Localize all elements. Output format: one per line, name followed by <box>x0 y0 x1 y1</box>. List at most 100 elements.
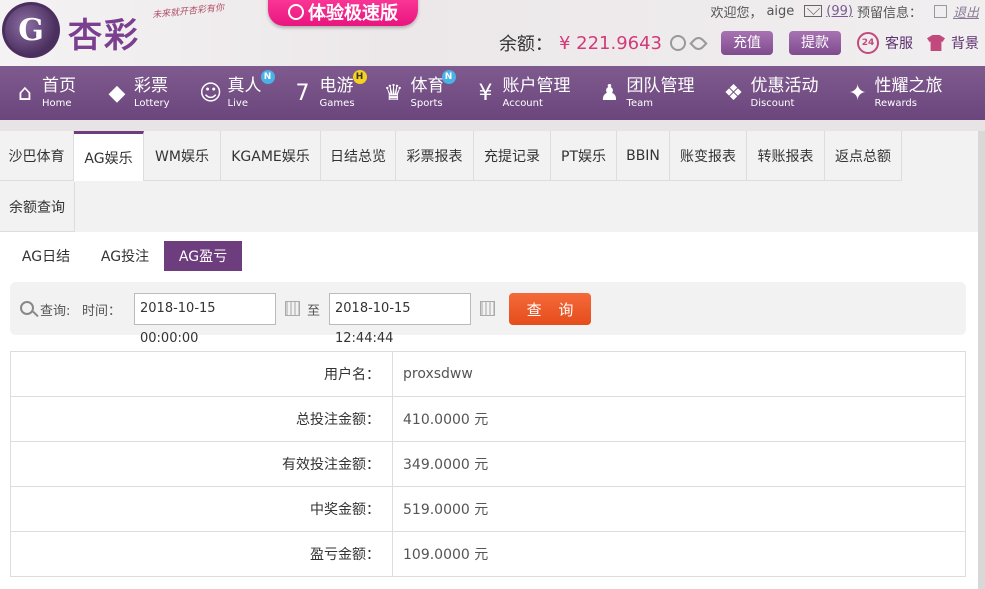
gift-icon: ❖ <box>723 80 744 106</box>
page-scrollbar[interactable] <box>978 131 985 589</box>
tab-bbin[interactable]: BBIN <box>617 131 670 181</box>
nav-label: 体育 <box>410 75 445 96</box>
trophy-icon: ♛ <box>383 80 404 106</box>
lottery-icon: ◆ <box>108 80 126 106</box>
deposit-button[interactable]: 充值 <box>721 31 773 55</box>
nav-sublabel: Account <box>502 97 543 109</box>
nav-item-home[interactable]: ⌂ 首页 Home <box>12 66 76 120</box>
row-value: proxsdww <box>392 351 966 397</box>
time-label: 时间： <box>82 304 122 319</box>
calendar-icon[interactable] <box>285 301 300 316</box>
support-link[interactable]: 客服 <box>885 33 913 53</box>
tab-kgame-entertainment[interactable]: KGAME娱乐 <box>221 131 321 181</box>
tab-balance-query[interactable]: 余额查询 <box>0 182 75 232</box>
subtab-ag-daily[interactable]: AG日结 <box>10 241 82 271</box>
main-nav: ⌂ 首页 Home ◆ 彩票 Lottery ☺ 真人 Live N 7 电游 Game… <box>0 66 985 120</box>
start-time-input[interactable]: 2018-10-15 00:00:00 <box>134 293 276 346</box>
to-label: 至 <box>307 304 321 319</box>
nav-sublabel: Rewards <box>874 97 917 109</box>
nav-item-account[interactable]: ¥ 账户管理 Account <box>473 66 571 120</box>
hot-badge: H <box>352 70 367 84</box>
balance-value: ¥ 221.9643 <box>558 32 662 54</box>
subtab-ag-profit-loss[interactable]: AG盈亏 <box>164 241 242 271</box>
query-label: 查询: <box>40 304 71 319</box>
tab-shaba-sports[interactable]: 沙巴体育 <box>0 131 74 181</box>
nav-sublabel: Lottery <box>134 97 170 109</box>
new-badge: N <box>260 70 275 84</box>
logout-link[interactable]: 退出 <box>953 2 979 21</box>
row-label: 总投注金额： <box>10 396 393 442</box>
report-tabs: 沙巴体育 AG娱乐 WM娱乐 KGAME娱乐 日结总览 彩票报表 充提记录 PT… <box>0 131 978 232</box>
nav-item-games[interactable]: 7 电游 Games H <box>290 66 367 120</box>
subtab-ag-bets[interactable]: AG投注 <box>88 241 162 271</box>
promo-ring-icon <box>288 4 304 20</box>
user-info-line: 欢迎您， aige (99) 预留信息： 退出 <box>710 2 979 21</box>
row-label: 盈亏金额： <box>10 531 393 577</box>
username: aige <box>766 3 795 19</box>
nav-sublabel: Sports <box>410 97 443 109</box>
support-24-icon: 24 <box>857 32 879 54</box>
logo-icon[interactable]: G <box>2 2 60 58</box>
row-label: 中奖金额： <box>10 486 393 532</box>
profit-loss-table: 用户名： proxsdww 总投注金额： 410.0000 元 有效投注金额： … <box>10 351 966 577</box>
row-label: 用户名： <box>10 351 393 397</box>
nav-item-live[interactable]: ☺ 真人 Live N <box>198 66 275 120</box>
nav-label: 首页 <box>42 75 76 96</box>
tab-deposit-withdraw-records[interactable]: 充提记录 <box>474 131 551 181</box>
nav-sublabel: Team <box>626 97 653 109</box>
live-dealer-icon: ☺ <box>199 80 223 106</box>
table-row: 有效投注金额： 349.0000 元 <box>10 441 966 487</box>
tab-ag-entertainment[interactable]: AG娱乐 <box>74 131 144 181</box>
fast-version-button[interactable]: 体验极速版 <box>268 0 418 26</box>
nav-item-discount[interactable]: ❖ 优惠活动 Discount <box>721 66 819 120</box>
row-value: 410.0000 元 <box>392 396 966 442</box>
header: G 杏彩 未来就开杏彩有你 体验极速版 欢迎您， aige (99) 预留信息：… <box>0 0 985 66</box>
row-value: 519.0000 元 <box>392 486 966 532</box>
shirt-icon <box>927 35 945 51</box>
logo-text[interactable]: 杏彩 <box>68 8 140 57</box>
nav-label: 优惠活动 <box>750 75 819 96</box>
promo-label: 体验极速版 <box>308 3 398 24</box>
edit-icon[interactable] <box>933 4 947 18</box>
nav-sublabel: Discount <box>750 97 795 109</box>
nav-label: 账户管理 <box>502 75 571 96</box>
reserve-info-label: 预留信息： <box>856 5 922 21</box>
nav-item-rewards[interactable]: ✦ 性耀之旅 Rewards <box>845 66 943 120</box>
tab-daily-summary[interactable]: 日结总览 <box>321 131 396 181</box>
table-row: 中奖金额： 519.0000 元 <box>10 486 966 532</box>
tab-lottery-report[interactable]: 彩票报表 <box>396 131 474 181</box>
calendar-icon[interactable] <box>480 301 495 316</box>
rewards-icon: ✦ <box>848 80 867 106</box>
tab-account-change-report[interactable]: 账变报表 <box>670 131 747 181</box>
row-value: 349.0000 元 <box>392 441 966 487</box>
tab-wm-entertainment[interactable]: WM娱乐 <box>144 131 221 181</box>
nav-sublabel: Home <box>42 97 72 109</box>
row-value: 109.0000 元 <box>392 531 966 577</box>
yen-coin-icon: ¥ <box>478 80 493 106</box>
balance-line: 余额： ¥ 221.9643 充值 提款 24 客服 背景 <box>499 30 979 56</box>
new-badge: N <box>441 70 456 84</box>
table-row: 用户名： proxsdww <box>10 351 966 397</box>
message-count-link[interactable]: (99) <box>826 4 853 19</box>
background-link[interactable]: 背景 <box>951 33 979 53</box>
team-icon: ♟ <box>599 80 620 106</box>
nav-label: 彩票 <box>134 75 168 96</box>
content-panel: 沙巴体育 AG娱乐 WM娱乐 KGAME娱乐 日结总览 彩票报表 充提记录 PT… <box>0 131 978 589</box>
query-button[interactable]: 查 询 <box>509 293 591 325</box>
slot-game-icon: 7 <box>295 80 310 106</box>
tab-transfer-report[interactable]: 转账报表 <box>747 131 825 181</box>
hide-balance-icon[interactable] <box>689 33 708 53</box>
query-bar: 查询: 时间： 2018-10-15 00:00:00 至 2018-10-15… <box>10 282 966 346</box>
home-icon: ⌂ <box>18 80 32 106</box>
nav-label: 性耀之旅 <box>874 75 943 96</box>
logo-slogan: 未来就开杏彩有你 <box>151 3 225 21</box>
nav-item-sports[interactable]: ♛ 体育 Sports N <box>381 66 456 120</box>
nav-item-lottery[interactable]: ◆ 彩票 Lottery <box>104 66 170 120</box>
refresh-icon[interactable] <box>670 35 686 51</box>
withdraw-button[interactable]: 提款 <box>789 31 841 55</box>
nav-item-team[interactable]: ♟ 团队管理 Team <box>597 66 695 120</box>
tab-rebate-total[interactable]: 返点总额 <box>825 131 902 181</box>
end-time-input[interactable]: 2018-10-15 12:44:44 <box>329 293 471 346</box>
mail-icon[interactable] <box>804 5 823 17</box>
tab-pt-entertainment[interactable]: PT娱乐 <box>551 131 617 181</box>
